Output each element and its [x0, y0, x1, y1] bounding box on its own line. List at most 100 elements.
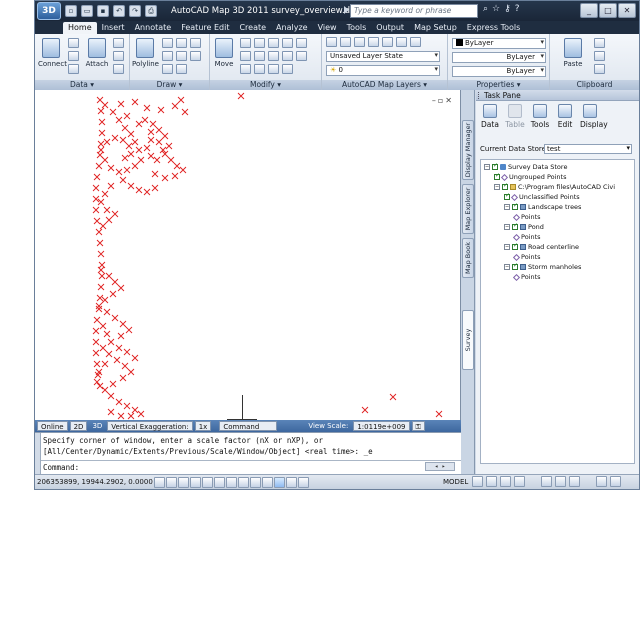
quick-properties-icon[interactable] — [297, 476, 309, 488]
panel-draw-label[interactable]: Draw ▾ — [130, 80, 209, 90]
edit-button[interactable]: Edit — [555, 104, 575, 129]
tab-view[interactable]: View — [313, 22, 342, 34]
polygon-icon[interactable] — [176, 51, 187, 61]
tree-checkbox[interactable] — [504, 192, 510, 200]
tree-checkbox[interactable] — [512, 242, 518, 250]
mirror-icon[interactable] — [282, 38, 293, 48]
hatch-icon[interactable] — [190, 51, 201, 61]
viewport-restore-icon[interactable]: ▫ — [438, 96, 443, 105]
connect-button[interactable]: Connect — [38, 38, 67, 68]
tab-insert[interactable]: Insert — [97, 22, 130, 34]
command-line-grip[interactable] — [35, 433, 41, 475]
layer-isolate-icon[interactable] — [340, 37, 351, 47]
layer-icon[interactable] — [68, 38, 79, 48]
color-dropdown[interactable]: ByLayer — [452, 38, 546, 49]
tab-annotate[interactable]: Annotate — [130, 22, 177, 34]
query-icon[interactable] — [68, 51, 79, 61]
polar-tracking-icon[interactable] — [201, 476, 213, 488]
vertical-exaggeration-value[interactable]: 1x — [194, 421, 212, 431]
trim-icon[interactable] — [254, 38, 265, 48]
dynamic-ucs-icon[interactable] — [249, 476, 261, 488]
layer-off-icon[interactable] — [368, 37, 379, 47]
undo-icon[interactable]: ↶ — [113, 5, 125, 17]
tree-node[interactable]: − Storm manholes — [504, 262, 581, 271]
ellipse-icon[interactable] — [176, 64, 187, 74]
model-icon[interactable] — [472, 476, 483, 487]
extend-icon[interactable] — [240, 64, 251, 74]
tab-tools[interactable]: Tools — [342, 22, 372, 34]
image-icon[interactable] — [113, 51, 124, 61]
grip-icon[interactable] — [478, 92, 481, 99]
tree-node[interactable]: − Survey Data Store — [484, 162, 567, 171]
tree-expander-icon[interactable]: − — [504, 244, 510, 250]
isolate-objects-icon[interactable] — [596, 476, 607, 487]
layer-match-icon[interactable] — [396, 37, 407, 47]
tree-node[interactable]: − Pond — [504, 222, 544, 231]
infer-constraints-icon[interactable] — [153, 476, 165, 488]
toolbar-lock-icon[interactable] — [569, 476, 580, 487]
tree-node[interactable]: Points — [512, 213, 541, 221]
dynamic-input-icon[interactable] — [261, 476, 273, 488]
grid-display-icon[interactable] — [177, 476, 189, 488]
tree-expander-icon[interactable]: − — [484, 164, 490, 170]
copy-clip-icon[interactable] — [594, 51, 605, 61]
join-icon[interactable] — [268, 64, 279, 74]
tree-expander-icon[interactable]: − — [494, 184, 500, 190]
rotate-icon[interactable] — [240, 38, 251, 48]
view-3d-button[interactable]: 3D — [89, 421, 105, 431]
tab-map-setup[interactable]: Map Setup — [409, 22, 462, 34]
polyline-button[interactable]: Polyline — [132, 38, 159, 68]
tree-checkbox[interactable] — [512, 262, 518, 270]
command-scroll-arrows[interactable]: ◂ ▸ — [425, 462, 455, 471]
stretch-icon[interactable] — [240, 51, 251, 61]
current-layer-dropdown[interactable]: ☀ 0 — [326, 65, 440, 76]
tree-node[interactable]: − Landscape trees — [504, 202, 581, 211]
side-tab-display-manager[interactable]: Display Manager — [462, 120, 474, 180]
side-tab-map-book[interactable]: Map Book — [462, 238, 474, 278]
tree-node[interactable]: Ungrouped Points — [494, 172, 566, 181]
tree-node[interactable]: − C:\Program files\AutoCAD Civi — [494, 182, 615, 191]
drawing-canvas[interactable]: – ▫ ✕ — [35, 90, 461, 420]
tab-home[interactable]: Home — [63, 22, 97, 34]
table-icon[interactable] — [68, 64, 79, 74]
tab-express-tools[interactable]: Express Tools — [462, 22, 526, 34]
layout-icon[interactable] — [486, 476, 497, 487]
filter-icon[interactable] — [113, 38, 124, 48]
redo-icon[interactable]: ↷ — [129, 5, 141, 17]
panel-data-label[interactable]: Data ▾ — [35, 80, 129, 90]
layer-properties-icon[interactable] — [326, 37, 337, 47]
tree-checkbox[interactable] — [512, 202, 518, 210]
lineweight-icon[interactable] — [273, 476, 285, 488]
side-tab-map-explorer[interactable]: Map Explorer — [462, 184, 474, 234]
offset-icon[interactable] — [282, 51, 293, 61]
panel-properties-label[interactable]: Properties ▾ — [448, 80, 549, 90]
table-button[interactable]: Table — [505, 104, 525, 129]
model-space-label[interactable]: MODEL — [443, 478, 468, 486]
command-field[interactable]: Command — [219, 421, 278, 431]
tree-checkbox[interactable] — [512, 222, 518, 230]
move-button[interactable]: Move — [212, 38, 236, 68]
layer-walk-icon[interactable] — [410, 37, 421, 47]
panel-clipboard-label[interactable]: Clipboard — [550, 80, 639, 90]
tools-button[interactable]: Tools — [530, 104, 550, 129]
break-icon[interactable] — [254, 64, 265, 74]
application-menu-button[interactable]: 3D — [37, 2, 61, 20]
fillet-icon[interactable] — [296, 38, 307, 48]
layer-state-dropdown[interactable]: Unsaved Layer State — [326, 51, 440, 62]
cut-icon[interactable] — [594, 38, 605, 48]
rectangle-icon[interactable] — [162, 51, 173, 61]
array-icon[interactable] — [268, 51, 279, 61]
attach-button[interactable]: Attach — [85, 38, 109, 68]
tree-expander-icon[interactable]: − — [504, 224, 510, 230]
lock-icon[interactable]: ⚿ — [411, 421, 425, 431]
layer-freeze-icon[interactable] — [354, 37, 365, 47]
tree-checkbox[interactable] — [492, 162, 498, 170]
tab-output[interactable]: Output — [371, 22, 409, 34]
tree-node[interactable]: Points — [512, 253, 541, 261]
explode-icon[interactable] — [296, 51, 307, 61]
plot-icon[interactable]: ⎙ — [145, 5, 157, 17]
link-icon[interactable] — [113, 64, 124, 74]
online-toggle[interactable]: Online — [37, 421, 68, 431]
panel-map-layers-label[interactable]: AutoCAD Map Layers ▾ — [322, 80, 447, 90]
key-icon[interactable]: ⚷ — [504, 4, 511, 14]
